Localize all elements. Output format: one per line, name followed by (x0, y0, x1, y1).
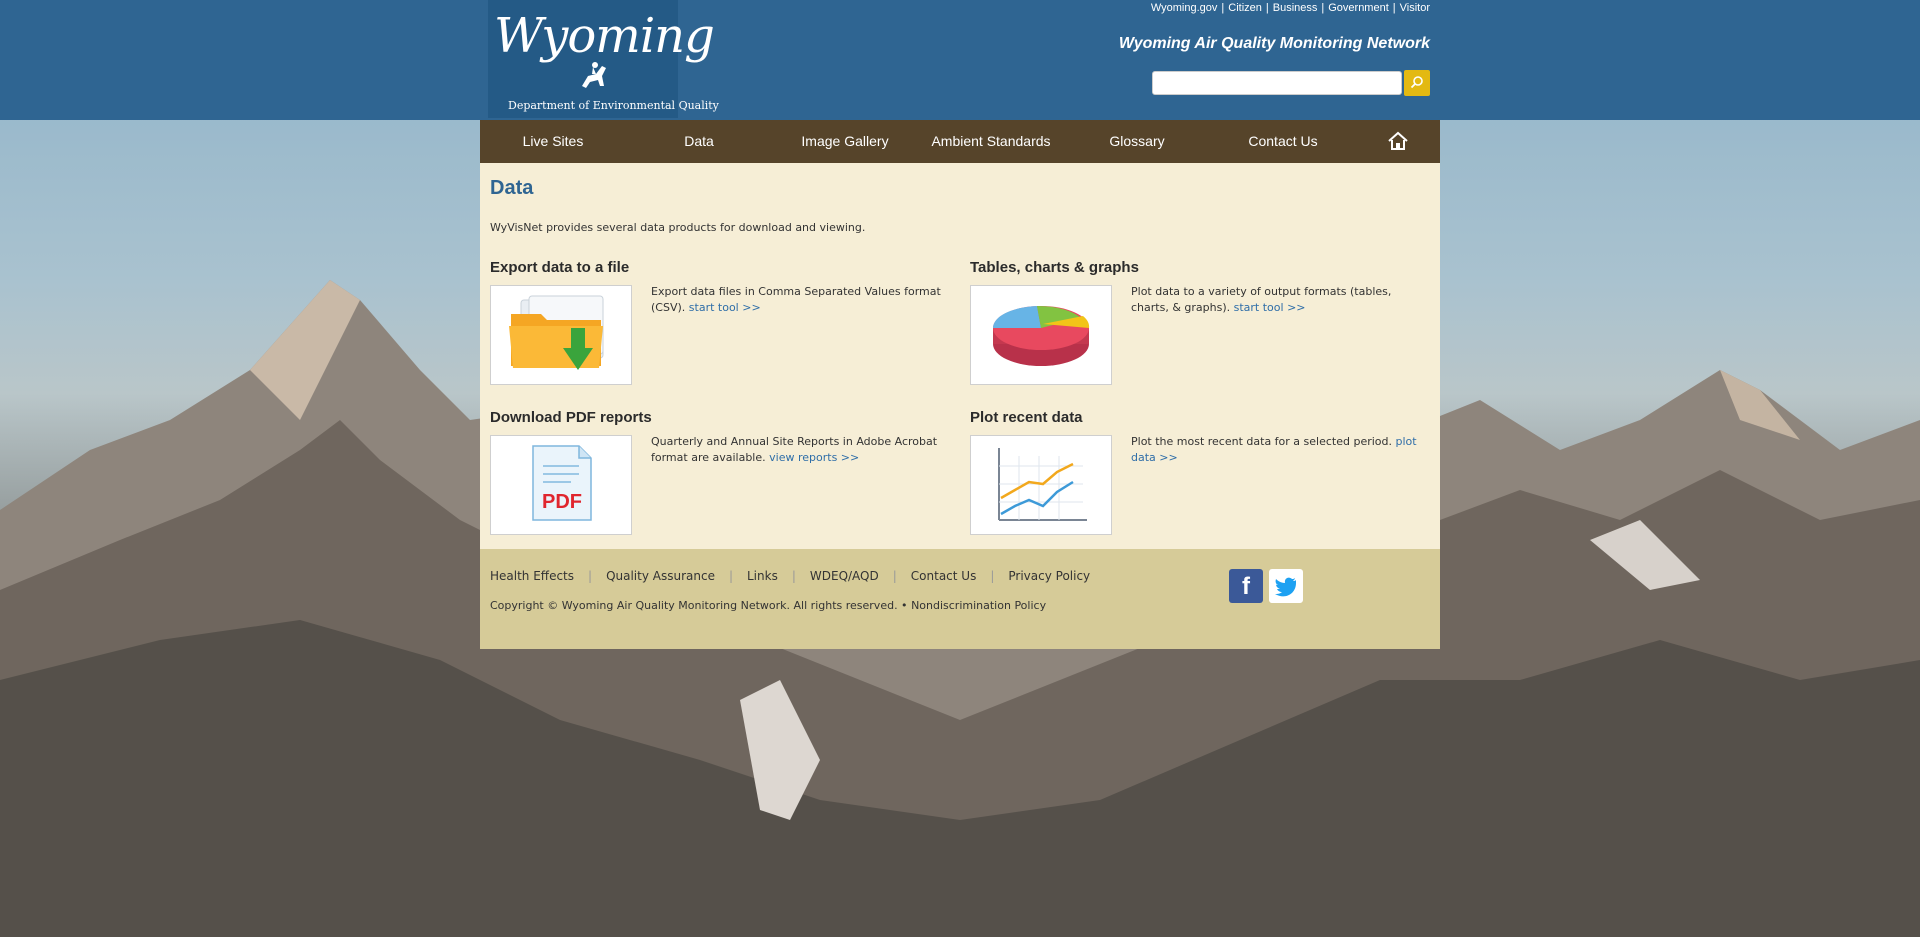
twitter-bird-icon (1275, 577, 1296, 597)
card-title: Download PDF reports (490, 409, 652, 426)
nav-live-sites[interactable]: Live Sites (480, 120, 626, 163)
svg-text:PDF: PDF (542, 491, 582, 513)
nav-image-gallery[interactable]: Image Gallery (772, 120, 918, 163)
copyright: Copyright © Wyoming Air Quality Monitori… (490, 599, 1047, 612)
card-tables-charts: Tables, charts & graphs Plot data to a v… (970, 259, 1440, 399)
nav-contact-us[interactable]: Contact Us (1210, 120, 1356, 163)
social-links: f (1229, 569, 1303, 603)
footer: Health Effects | Quality Assurance | Links | W… (480, 549, 1440, 649)
export-thumbnail[interactable] (490, 285, 632, 385)
charts-thumbnail[interactable] (970, 285, 1112, 385)
wyoming-deq-logo[interactable]: Wyoming Department of Environmental Qual… (488, 0, 719, 118)
top-link-government[interactable]: Government (1328, 2, 1389, 14)
footer-links: Health Effects | Quality Assurance | Links | W… (490, 569, 1091, 583)
top-link-visitor[interactable]: Visitor (1400, 2, 1430, 14)
card-title: Tables, charts & graphs (970, 259, 1139, 276)
header-bar (0, 0, 1920, 120)
nondiscrimination-link[interactable]: Nondiscrimination Policy (911, 599, 1046, 612)
footer-link-health-effects[interactable]: Health Effects (490, 569, 574, 583)
start-tool-link[interactable]: start tool >> (1234, 301, 1306, 314)
site-title: Wyoming Air Quality Monitoring Network (1118, 35, 1430, 52)
card-plot-recent: Plot recent data Plot the most recent da… (970, 409, 1440, 549)
intro-text: WyVisNet provides several data products … (490, 221, 866, 234)
search-form (1152, 70, 1430, 96)
top-link-business[interactable]: Business (1273, 2, 1318, 14)
search-icon (1410, 75, 1423, 88)
pdf-icon: PDF (532, 445, 592, 521)
card-pdf-reports: Download PDF reports PDF Quarterly and A… (490, 409, 960, 549)
footer-link-quality-assurance[interactable]: Quality Assurance (606, 569, 715, 583)
plot-thumbnail[interactable] (970, 435, 1112, 535)
twitter-icon[interactable] (1269, 569, 1303, 603)
nav-home[interactable] (1356, 120, 1440, 163)
footer-link-contact-us[interactable]: Contact Us (911, 569, 977, 583)
view-reports-link[interactable]: view reports >> (769, 451, 859, 464)
nav-data[interactable]: Data (626, 120, 772, 163)
logo-dept-text: Department of Environmental Quality (508, 99, 719, 112)
page-title: Data (490, 177, 534, 199)
main-content: Data WyVisNet provides several data prod… (480, 163, 1440, 549)
search-button[interactable] (1404, 70, 1430, 96)
home-icon (1388, 131, 1408, 150)
nav-ambient-standards[interactable]: Ambient Standards (918, 120, 1064, 163)
pie-chart-icon (992, 305, 1090, 366)
card-title: Plot recent data (970, 409, 1083, 426)
start-tool-link[interactable]: start tool >> (689, 301, 761, 314)
card-desc: Plot the most recent data for a selected… (1131, 435, 1417, 464)
top-links: Wyoming.gov | Citizen | Business | Government |… (1150, 2, 1430, 14)
nav-glossary[interactable]: Glossary (1064, 120, 1210, 163)
top-link-wyoming-gov[interactable]: Wyoming.gov (1151, 2, 1218, 14)
facebook-icon[interactable]: f (1229, 569, 1263, 603)
bucking-horse-icon (582, 62, 606, 88)
card-desc: Quarterly and Annual Site Reports in Ado… (651, 435, 938, 464)
footer-link-privacy-policy[interactable]: Privacy Policy (1008, 569, 1090, 583)
card-export-data: Export data to a file Export data files … (490, 259, 960, 399)
folder-download-icon (509, 295, 604, 370)
footer-link-wdeq-aqd[interactable]: WDEQ/AQD (810, 569, 879, 583)
search-input[interactable] (1152, 71, 1402, 95)
pdf-thumbnail[interactable]: PDF (490, 435, 632, 535)
line-chart-icon (998, 448, 1087, 521)
top-link-citizen[interactable]: Citizen (1228, 2, 1262, 14)
card-title: Export data to a file (490, 259, 630, 276)
card-desc: Plot data to a variety of output formats… (1131, 285, 1392, 314)
footer-link-links[interactable]: Links (747, 569, 778, 583)
card-desc: Export data files in Comma Separated Val… (651, 285, 941, 314)
main-nav: Live Sites Data Image Gallery Ambient St… (480, 120, 1440, 163)
